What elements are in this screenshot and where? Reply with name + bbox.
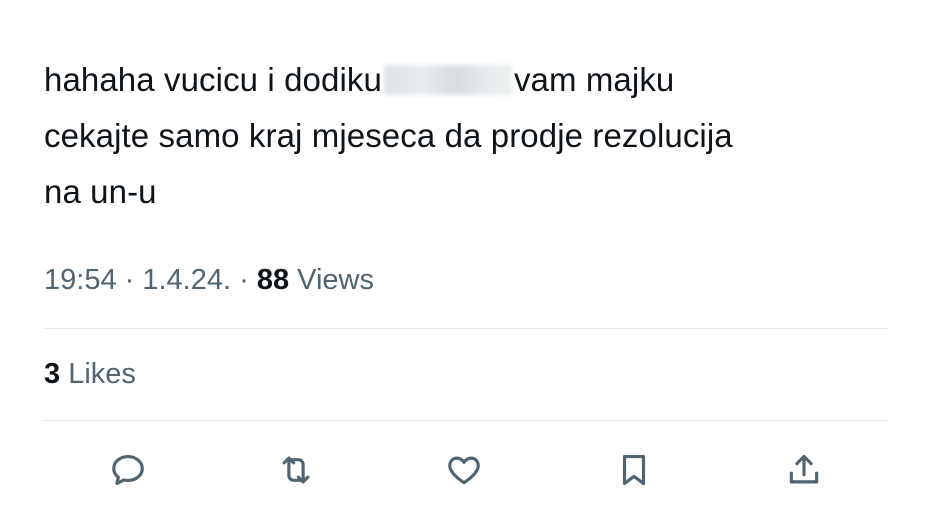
share-button[interactable] bbox=[780, 446, 828, 494]
likes-count[interactable]: 3 bbox=[44, 358, 60, 390]
bookmark-icon bbox=[615, 451, 653, 489]
likes-summary[interactable]: 3 Likes bbox=[44, 358, 136, 391]
tweet-text-line1-end: vam majku bbox=[513, 61, 675, 98]
action-bar bbox=[0, 440, 930, 500]
tweet-meta: 19:54 · 1.4.24. · 88 Views bbox=[44, 264, 374, 297]
tweet-text-line-2: cekajte samo kraj mjeseca da prodje rezo… bbox=[44, 117, 733, 154]
tweet-text-line-1: hahaha vucicu i dodiku vam majku bbox=[44, 52, 894, 108]
divider-top bbox=[44, 328, 889, 329]
redacted-blur bbox=[383, 65, 512, 95]
reply-button[interactable] bbox=[104, 446, 152, 494]
like-button[interactable] bbox=[440, 446, 488, 494]
retweet-arrows-icon bbox=[277, 451, 315, 489]
tweet-time[interactable]: 19:54 bbox=[44, 264, 117, 296]
tweet-text: hahaha vucicu i dodiku vam majku cekajte … bbox=[44, 52, 894, 220]
share-upload-icon bbox=[785, 451, 823, 489]
tweet-text-line1-start: hahaha vucicu i dodiku bbox=[44, 61, 382, 98]
heart-icon bbox=[445, 451, 483, 489]
divider-bottom bbox=[44, 420, 889, 421]
likes-label[interactable]: Likes bbox=[60, 358, 136, 390]
tweet-text-line-3: na un-u bbox=[44, 173, 157, 210]
views-count[interactable]: 88 bbox=[257, 264, 289, 296]
speech-bubble-icon bbox=[109, 451, 147, 489]
tweet-date[interactable]: 1.4.24. bbox=[142, 264, 231, 296]
retweet-button[interactable] bbox=[272, 446, 320, 494]
bookmark-button[interactable] bbox=[610, 446, 658, 494]
views-label[interactable]: Views bbox=[289, 264, 374, 296]
meta-separator: · bbox=[116, 264, 143, 296]
meta-separator: · bbox=[231, 264, 257, 296]
